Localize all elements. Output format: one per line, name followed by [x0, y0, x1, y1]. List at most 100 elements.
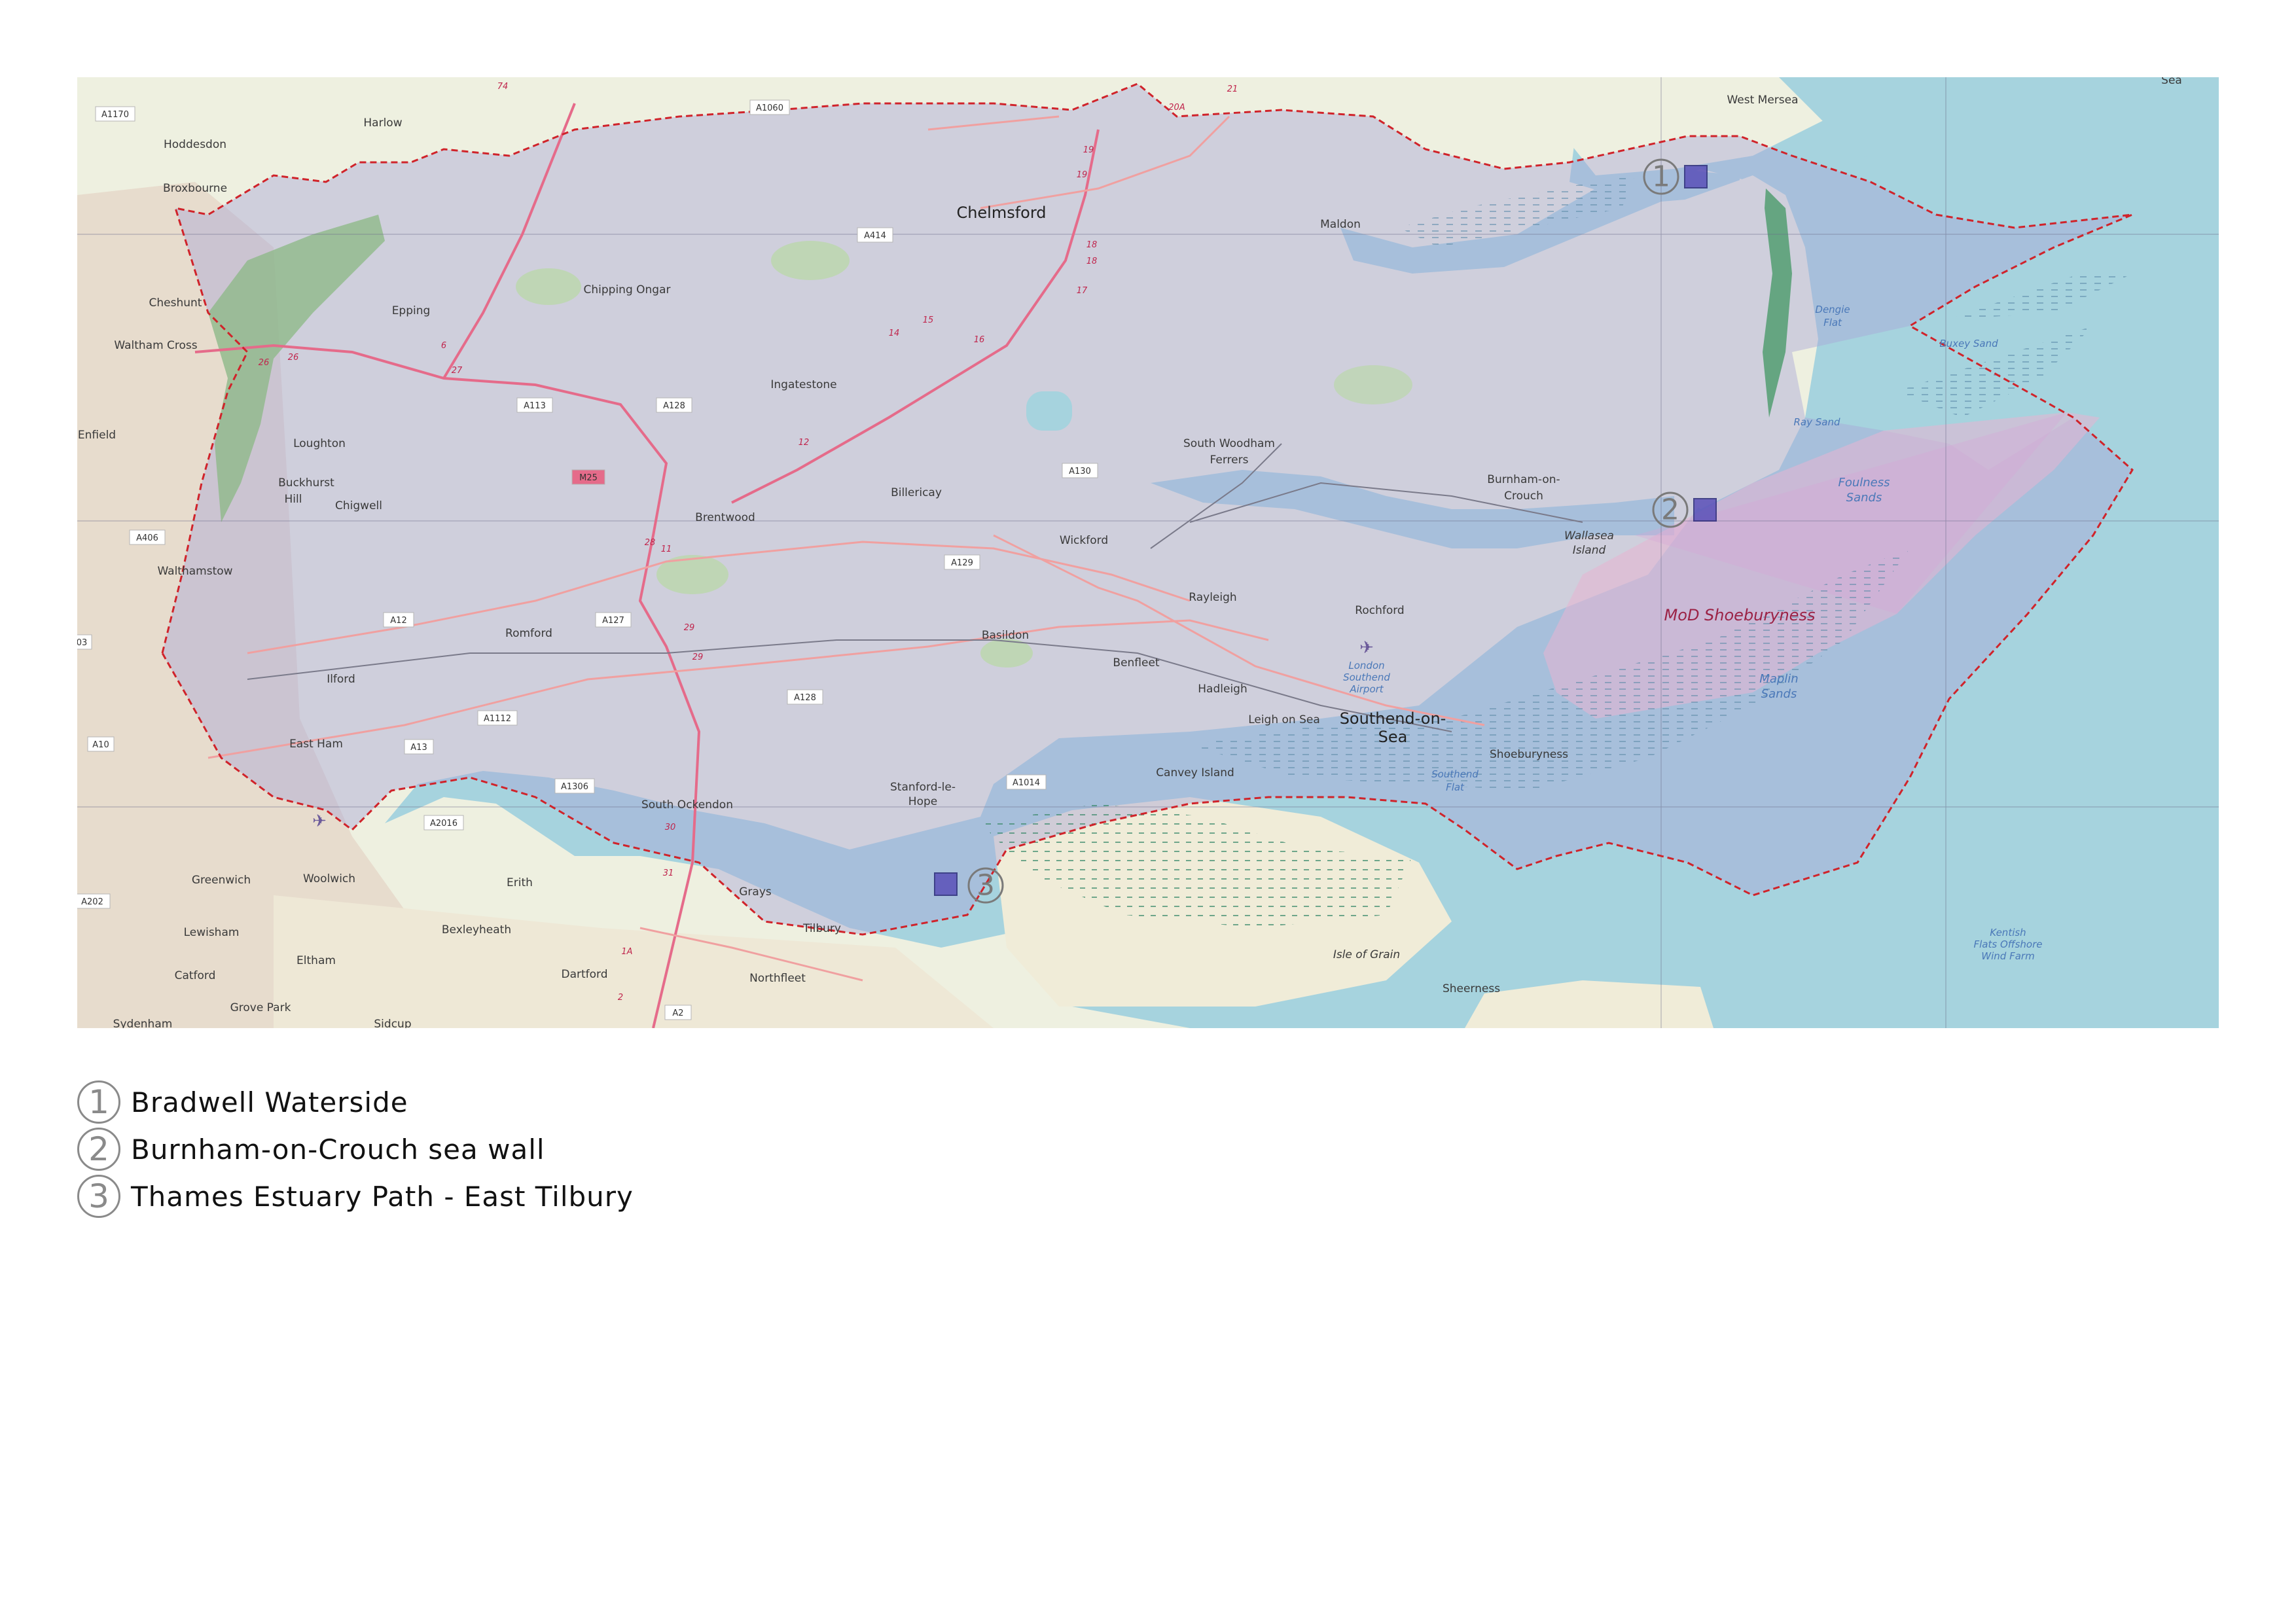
legend-label: Bradwell Waterside	[131, 1086, 408, 1118]
place-label: Tilbury	[802, 922, 841, 935]
place-label: Walthamstow	[157, 565, 232, 578]
road-label: A129	[951, 558, 973, 568]
place-label: Cheshunt	[149, 296, 202, 310]
place-label: Harlow	[363, 116, 402, 130]
junction-label: 6	[441, 341, 446, 351]
road-label: A13	[410, 743, 427, 753]
place-label: Grove Park	[230, 1001, 291, 1014]
water-label: London	[1348, 660, 1384, 671]
place-label: Brentwood	[695, 511, 755, 524]
place-label: Sheerness	[1443, 982, 1500, 995]
water-label: Sands	[1761, 687, 1797, 701]
place-label: Ilford	[327, 673, 355, 686]
study-site-square	[934, 872, 958, 896]
water-label: Airport	[1349, 683, 1384, 695]
road-label: A406	[136, 533, 158, 543]
place-label: South Ockendon	[641, 798, 733, 812]
water-label: Flat	[1823, 317, 1842, 329]
place-label: Sydenham	[113, 1018, 173, 1028]
place-label: Billericay	[891, 486, 942, 499]
place-label: Hoddesdon	[164, 138, 226, 151]
junction-label: 30	[665, 823, 676, 832]
hanningfield-reservoir	[1026, 391, 1072, 431]
road-label: A1170	[101, 110, 129, 120]
road-label: A2	[672, 1008, 683, 1018]
water-label: Wind Farm	[1981, 950, 2034, 962]
place-label: Basildon	[982, 629, 1029, 642]
water-label: Southend	[1343, 671, 1390, 683]
legend-label: Burnham-on-Crouch sea wall	[131, 1133, 545, 1166]
wood-5	[1334, 365, 1412, 404]
place-label: Broxbourne	[163, 182, 227, 195]
airport-icon: ✈	[312, 811, 327, 830]
study-site-square	[1684, 165, 1708, 188]
place-label: Eltham	[296, 954, 336, 967]
map[interactable]: 1 2 3 ✈ ✈ West Mersea Sea Harlow Hoddesd…	[77, 77, 2219, 1028]
place-label: Rochford	[1355, 604, 1404, 617]
junction-label: 19	[1077, 170, 1088, 180]
marker-number: 1	[1652, 160, 1670, 194]
water-label: Flat	[1446, 781, 1465, 793]
legend-number: 1	[77, 1080, 120, 1124]
legend-label: Thames Estuary Path - East Tilbury	[131, 1180, 634, 1213]
water-label: Sands	[1846, 491, 1882, 505]
wood-2	[516, 268, 581, 305]
road-label: A10	[92, 740, 109, 750]
place-label: Maldon	[1320, 218, 1361, 231]
marker-number: 2	[1661, 493, 1679, 527]
road-label: A414	[864, 231, 886, 241]
place-label: Canvey Island	[1156, 766, 1234, 779]
place-label: South Woodham	[1183, 437, 1275, 450]
place-label: Burnham-on-	[1487, 473, 1560, 486]
road-label: A1306	[561, 782, 588, 792]
place-label: Buckhurst	[278, 476, 334, 490]
junction-label: 29	[692, 652, 704, 662]
road-label: A12	[390, 616, 406, 626]
road-label: A1112	[484, 714, 511, 724]
place-label: Island	[1573, 544, 1606, 557]
junction-label: 29	[684, 623, 695, 633]
legend-number: 3	[77, 1175, 120, 1218]
junction-label: 11	[661, 544, 672, 554]
road-label: A130	[1069, 467, 1091, 476]
road-label: A128	[794, 693, 816, 703]
road-label: A1060	[756, 103, 783, 113]
road-label: A1014	[1013, 778, 1040, 788]
place-label: Crouch	[1504, 490, 1543, 503]
junction-label: 18	[1086, 257, 1098, 266]
place-label: East Ham	[289, 738, 343, 751]
junction-label: 74	[497, 82, 509, 92]
junction-label: 28	[645, 538, 656, 548]
place-label: Northfleet	[749, 972, 806, 985]
place-label: Ferrers	[1210, 454, 1249, 467]
place-label: Sea	[1378, 728, 1408, 746]
water-label: Southend	[1431, 768, 1479, 780]
legend-item: 1 Bradwell Waterside	[77, 1079, 634, 1126]
road-label: A127	[602, 616, 624, 626]
junction-label: 21	[1227, 84, 1238, 94]
legend-item: 3 Thames Estuary Path - East Tilbury	[77, 1173, 634, 1220]
junction-label: 31	[663, 868, 674, 878]
road-label: A202	[81, 897, 103, 907]
place-label: Ingatestone	[770, 378, 836, 391]
junction-label: 26	[259, 358, 270, 368]
junction-label: 17	[1077, 286, 1088, 296]
place-label: Wallasea	[1564, 529, 1614, 543]
legend-number: 2	[77, 1128, 120, 1171]
junction-label: 20A	[1168, 103, 1185, 113]
place-label: Erith	[507, 876, 533, 889]
place-label: Sidcup	[374, 1018, 411, 1028]
water-label: Ray Sand	[1793, 416, 1840, 428]
place-label: Romford	[505, 627, 552, 640]
place-label: Lewisham	[184, 926, 240, 939]
place-label: Shoeburyness	[1490, 748, 1568, 761]
place-label: Epping	[392, 304, 431, 317]
water-label: Kentish	[1990, 927, 2026, 938]
junction-label: 27	[452, 366, 463, 376]
place-label: Grays	[739, 885, 772, 899]
place-label: Chelmsford	[956, 204, 1046, 222]
place-label: Chigwell	[335, 499, 382, 512]
junction-label: 16	[974, 335, 985, 345]
road-label: A113	[524, 401, 546, 411]
place-label: Bexleyheath	[442, 923, 511, 936]
